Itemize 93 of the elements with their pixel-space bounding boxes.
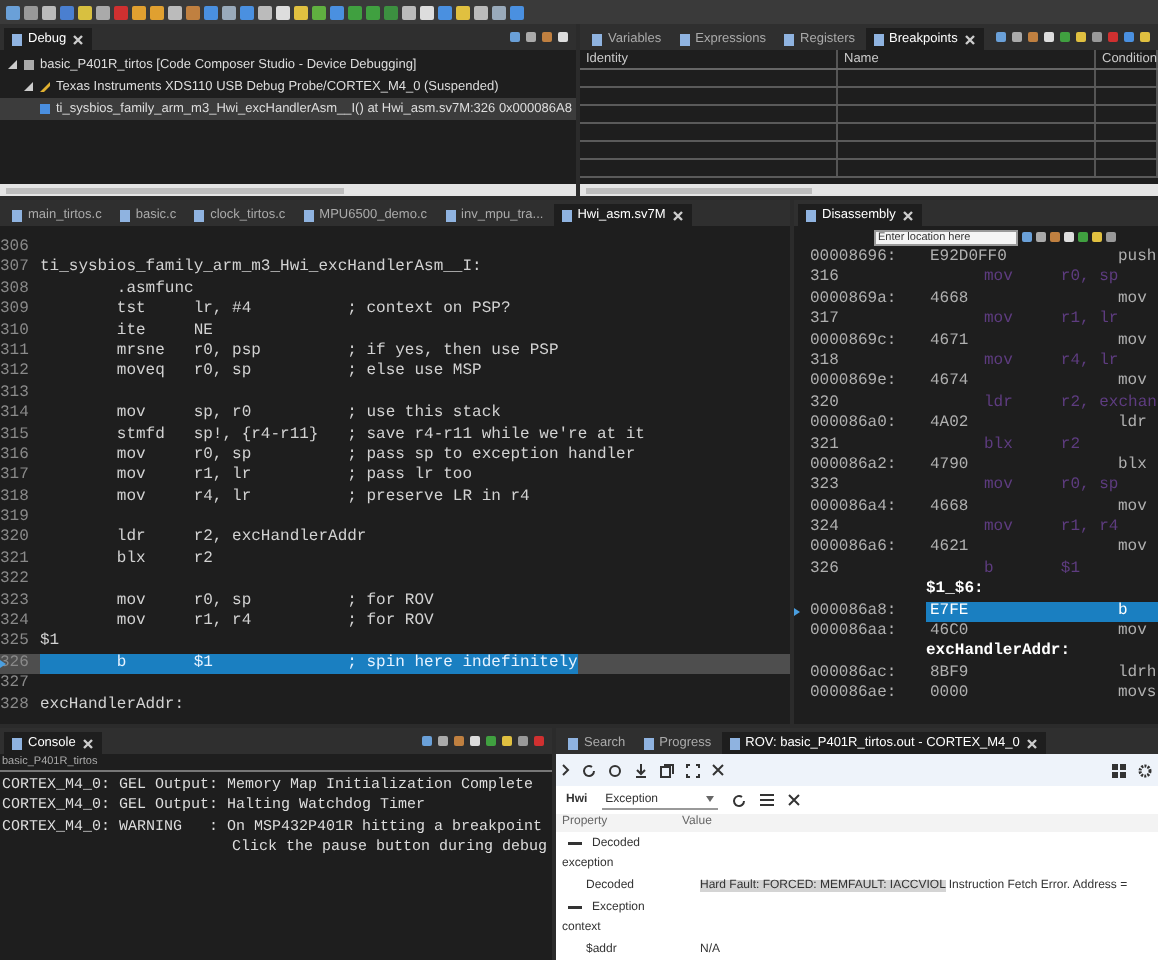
mnemonic: movs [1118,684,1158,706]
address: 000086ac: [808,663,899,685]
line-number: 327 [0,674,31,696]
address: 000086a0: [808,414,899,436]
line-number: 325 [0,632,31,654]
opcode: 4790 [928,455,971,477]
address: 000086a4: [808,497,899,519]
line-number: 316 [808,268,841,290]
line-number: 306 [0,238,31,259]
code-line: mov r0, sp ; for ROV [114,591,434,612]
mnemonic: blx [1118,455,1149,477]
opcode: 4668 [928,289,971,311]
code-line: excHandlerAddr: [40,695,185,716]
mnemonic: mov [1118,538,1149,560]
line-number: 308 [0,279,31,301]
opcode: 0000 [928,684,971,706]
opcode: 4668 [928,497,971,519]
line-number: 322 [0,570,31,592]
mnemonic: mov [1118,497,1149,519]
code-line: moveq r0, sp ; else use MSP [114,362,482,384]
source-line: mov r0, sp [984,476,1119,498]
line-number: 321 [808,435,841,456]
code-line: tst lr, #4 ; context on PSP? [114,300,511,322]
address: 000086a2: [808,455,899,477]
line-number: 318 [808,351,841,373]
address: 000086aa: [808,622,899,643]
line-number: 312 [0,362,31,384]
line-number: 316 [0,445,31,467]
code-line: stmfd sp!, {r4-r11} ; save r4-r11 while we're at it [114,425,645,446]
line-number: 320 [0,528,31,550]
line-number: 326 [808,559,841,581]
code-label: excHandlerAddr: [924,642,1071,664]
source-line: b $1 [984,559,1081,581]
line-number: 318 [0,487,31,509]
opcode: 8BF9 [928,663,971,685]
address: 0000869a: [808,289,899,311]
code-line: mov r4, lr ; preserve LR in r4 [114,487,530,509]
line-number: 309 [0,300,31,322]
opcode: 4621 [928,538,971,560]
code-line: mrsne r0, psp ; if yes, then use PSP [114,341,559,362]
mnemonic: b [1118,601,1158,623]
source-line: mov r1, r4 [984,518,1119,539]
source-line: ldr r2, exchan [984,393,1157,414]
line-number: 323 [808,476,841,498]
mnemonic: mov [1118,289,1149,311]
address: 000086ae: [808,684,899,706]
source-line: blx r2 [984,435,1081,456]
code-line: mov r1, r4 ; for ROV [114,612,434,633]
mnemonic: ldr [1118,414,1149,436]
address: 000086a8: [808,601,899,623]
line-number: 315 [0,425,31,446]
line-number: 324 [0,612,31,633]
code-line: mov r1, lr ; pass lr too [114,466,473,488]
mnemonic: mov [1118,331,1149,352]
mnemonic: mov [1118,372,1149,394]
line-number: 310 [0,321,31,342]
opcode: 4671 [928,331,971,352]
line-number: 317 [808,310,841,332]
opcode: 4A02 [928,414,971,436]
line-number: 320 [808,393,841,415]
code-line: mov r0, sp ; pass sp to exception handler [114,445,636,466]
line-number: 313 [0,383,31,405]
line-number: 324 [808,518,841,539]
address: 00008696: [808,248,899,269]
opcode: E92D0FF0 [928,248,1009,269]
code-line: $1 [40,632,60,654]
line-number: 328 [0,695,31,716]
line-number: 307 [0,258,31,280]
code-line: ite NE [114,321,213,342]
opcode: 4674 [928,372,971,394]
line-number: 317 [0,466,31,488]
code-line: blx r2 [114,549,213,571]
line-number: 319 [0,508,31,529]
code-line: mov sp, r0 ; use this stack [114,404,501,426]
source-line: mov r1, lr [984,310,1119,332]
mnemonic: ldrh [1118,663,1158,685]
opcode: 46C0 [928,622,971,642]
line-number: 323 [0,591,31,613]
opcode: E7FE [926,601,1118,623]
mnemonic: push [1118,248,1158,269]
code-line: ldr r2, excHandlerAddr [114,528,367,550]
source-line: mov r4, lr [984,351,1119,373]
address: 0000869e: [808,372,899,394]
address: 000086a6: [808,538,899,560]
line-number: 321 [0,549,31,571]
code-label: $1_$6: [924,580,984,602]
code-line: ti_sysbios_family_arm_m3_Hwi_excHandlerAsm__I: [40,258,482,280]
line-number: 314 [0,404,31,426]
mnemonic: mov [1118,622,1149,643]
code-line: .asmfunc [114,279,194,301]
source-line: mov r0, sp [984,268,1119,290]
line-number: 311 [0,341,31,363]
address: 0000869c: [808,331,899,352]
